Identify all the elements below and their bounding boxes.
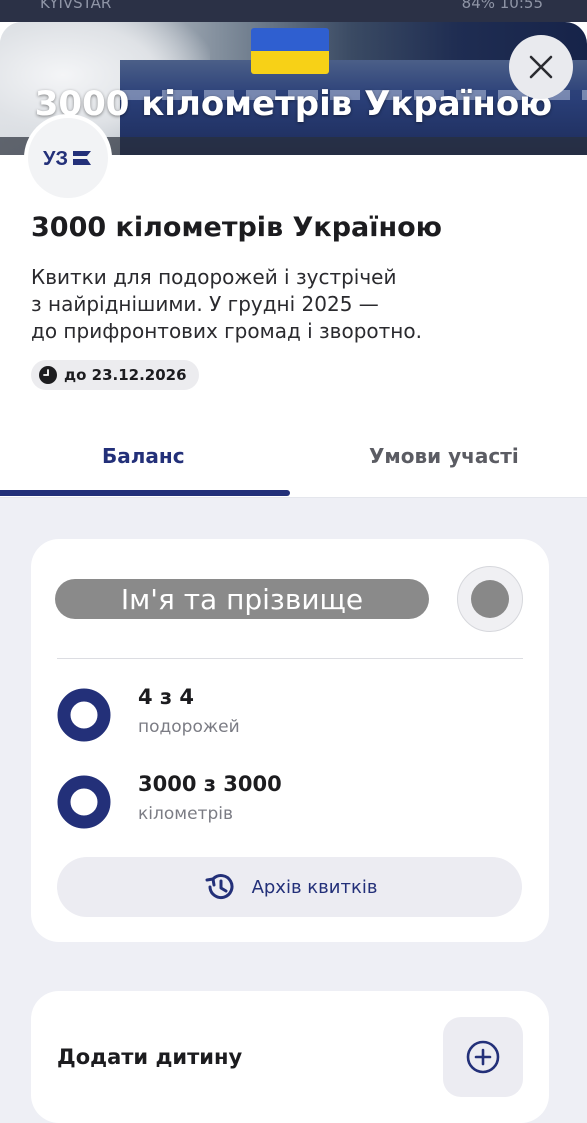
uz-logo-mark: УЗ <box>43 148 91 170</box>
avatar[interactable] <box>457 566 523 632</box>
kilometers-unit: кілометрів <box>138 804 233 824</box>
trips-progress-ring-icon <box>57 688 111 742</box>
deadline-chip: до 23.12.2026 <box>31 360 199 390</box>
ticket-archive-button[interactable]: Архів квитків <box>57 857 522 917</box>
add-child-label: Додати дитину <box>57 1045 243 1069</box>
kilometers-progress-ring-icon <box>57 775 111 829</box>
add-child-card: Додати дитину <box>31 991 549 1123</box>
balance-card: Ім'я та прізвище 4 з 4 подорожей 3000 з … <box>31 539 549 942</box>
kilometers-value: 3000 з 3000 <box>138 772 282 796</box>
add-child-button[interactable] <box>443 1017 523 1097</box>
tab-bar: Баланс Умови участі <box>0 422 587 499</box>
description-line: з найріднішими. У грудні 2025 — <box>31 292 379 316</box>
history-icon <box>205 874 233 900</box>
campaign-description: Квитки для подорожей і зустрічей з найрі… <box>31 264 551 345</box>
carrier-label: KYIVSTAR <box>40 0 112 12</box>
clock-icon <box>39 366 57 384</box>
uz-logo-text: УЗ <box>43 148 68 170</box>
deadline-text: до 23.12.2026 <box>64 366 187 384</box>
status-bar: KYIVSTAR 84% 10:55 <box>0 0 587 22</box>
balance-panel: Ім'я та прізвище 4 з 4 подорожей 3000 з … <box>0 498 587 1123</box>
close-button[interactable] <box>509 35 573 99</box>
plus-circle-icon <box>466 1040 500 1074</box>
close-icon <box>529 55 553 79</box>
description-line: до прифронтових громад і зворотно. <box>31 319 422 343</box>
tab-terms[interactable]: Умови участі <box>369 444 519 468</box>
divider <box>57 658 523 659</box>
flag-yellow-stripe <box>251 51 329 74</box>
campaign-sheet: 3000 кілометрів Україною УЗ 3000 кіломет… <box>0 22 587 1123</box>
tab-balance[interactable]: Баланс <box>102 444 185 468</box>
active-tab-indicator <box>0 490 290 496</box>
battery-time-label: 84% 10:55 <box>461 0 543 12</box>
trips-value: 4 з 4 <box>138 685 195 709</box>
avatar-placeholder-icon <box>471 580 509 618</box>
trips-unit: подорожей <box>138 717 240 737</box>
description-line: Квитки для подорожей і зустрічей <box>31 265 397 289</box>
flag-blue-stripe <box>251 28 329 51</box>
campaign-title: 3000 кілометрів Україною <box>31 212 442 243</box>
user-name-field: Ім'я та прізвище <box>55 579 429 619</box>
uz-logo: УЗ <box>24 114 112 202</box>
ticket-archive-label: Архів квитків <box>251 876 378 898</box>
ukraine-flag-icon <box>251 28 329 74</box>
